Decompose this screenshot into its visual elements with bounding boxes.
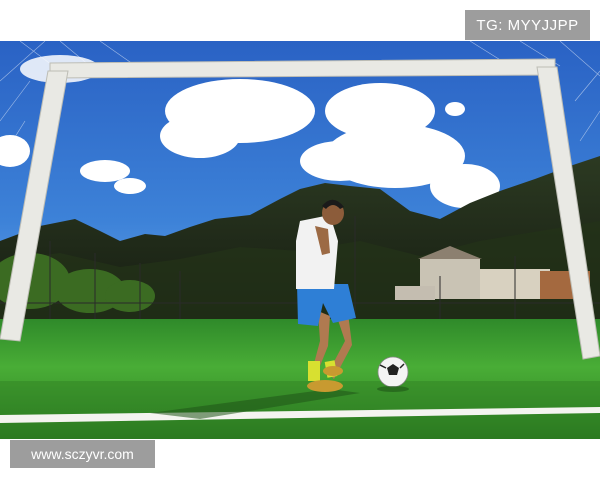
watermark-top: TG: MYYJJPP: [465, 10, 590, 40]
photo: [0, 41, 600, 439]
watermark-bottom: www.sczyvr.com: [10, 440, 155, 468]
